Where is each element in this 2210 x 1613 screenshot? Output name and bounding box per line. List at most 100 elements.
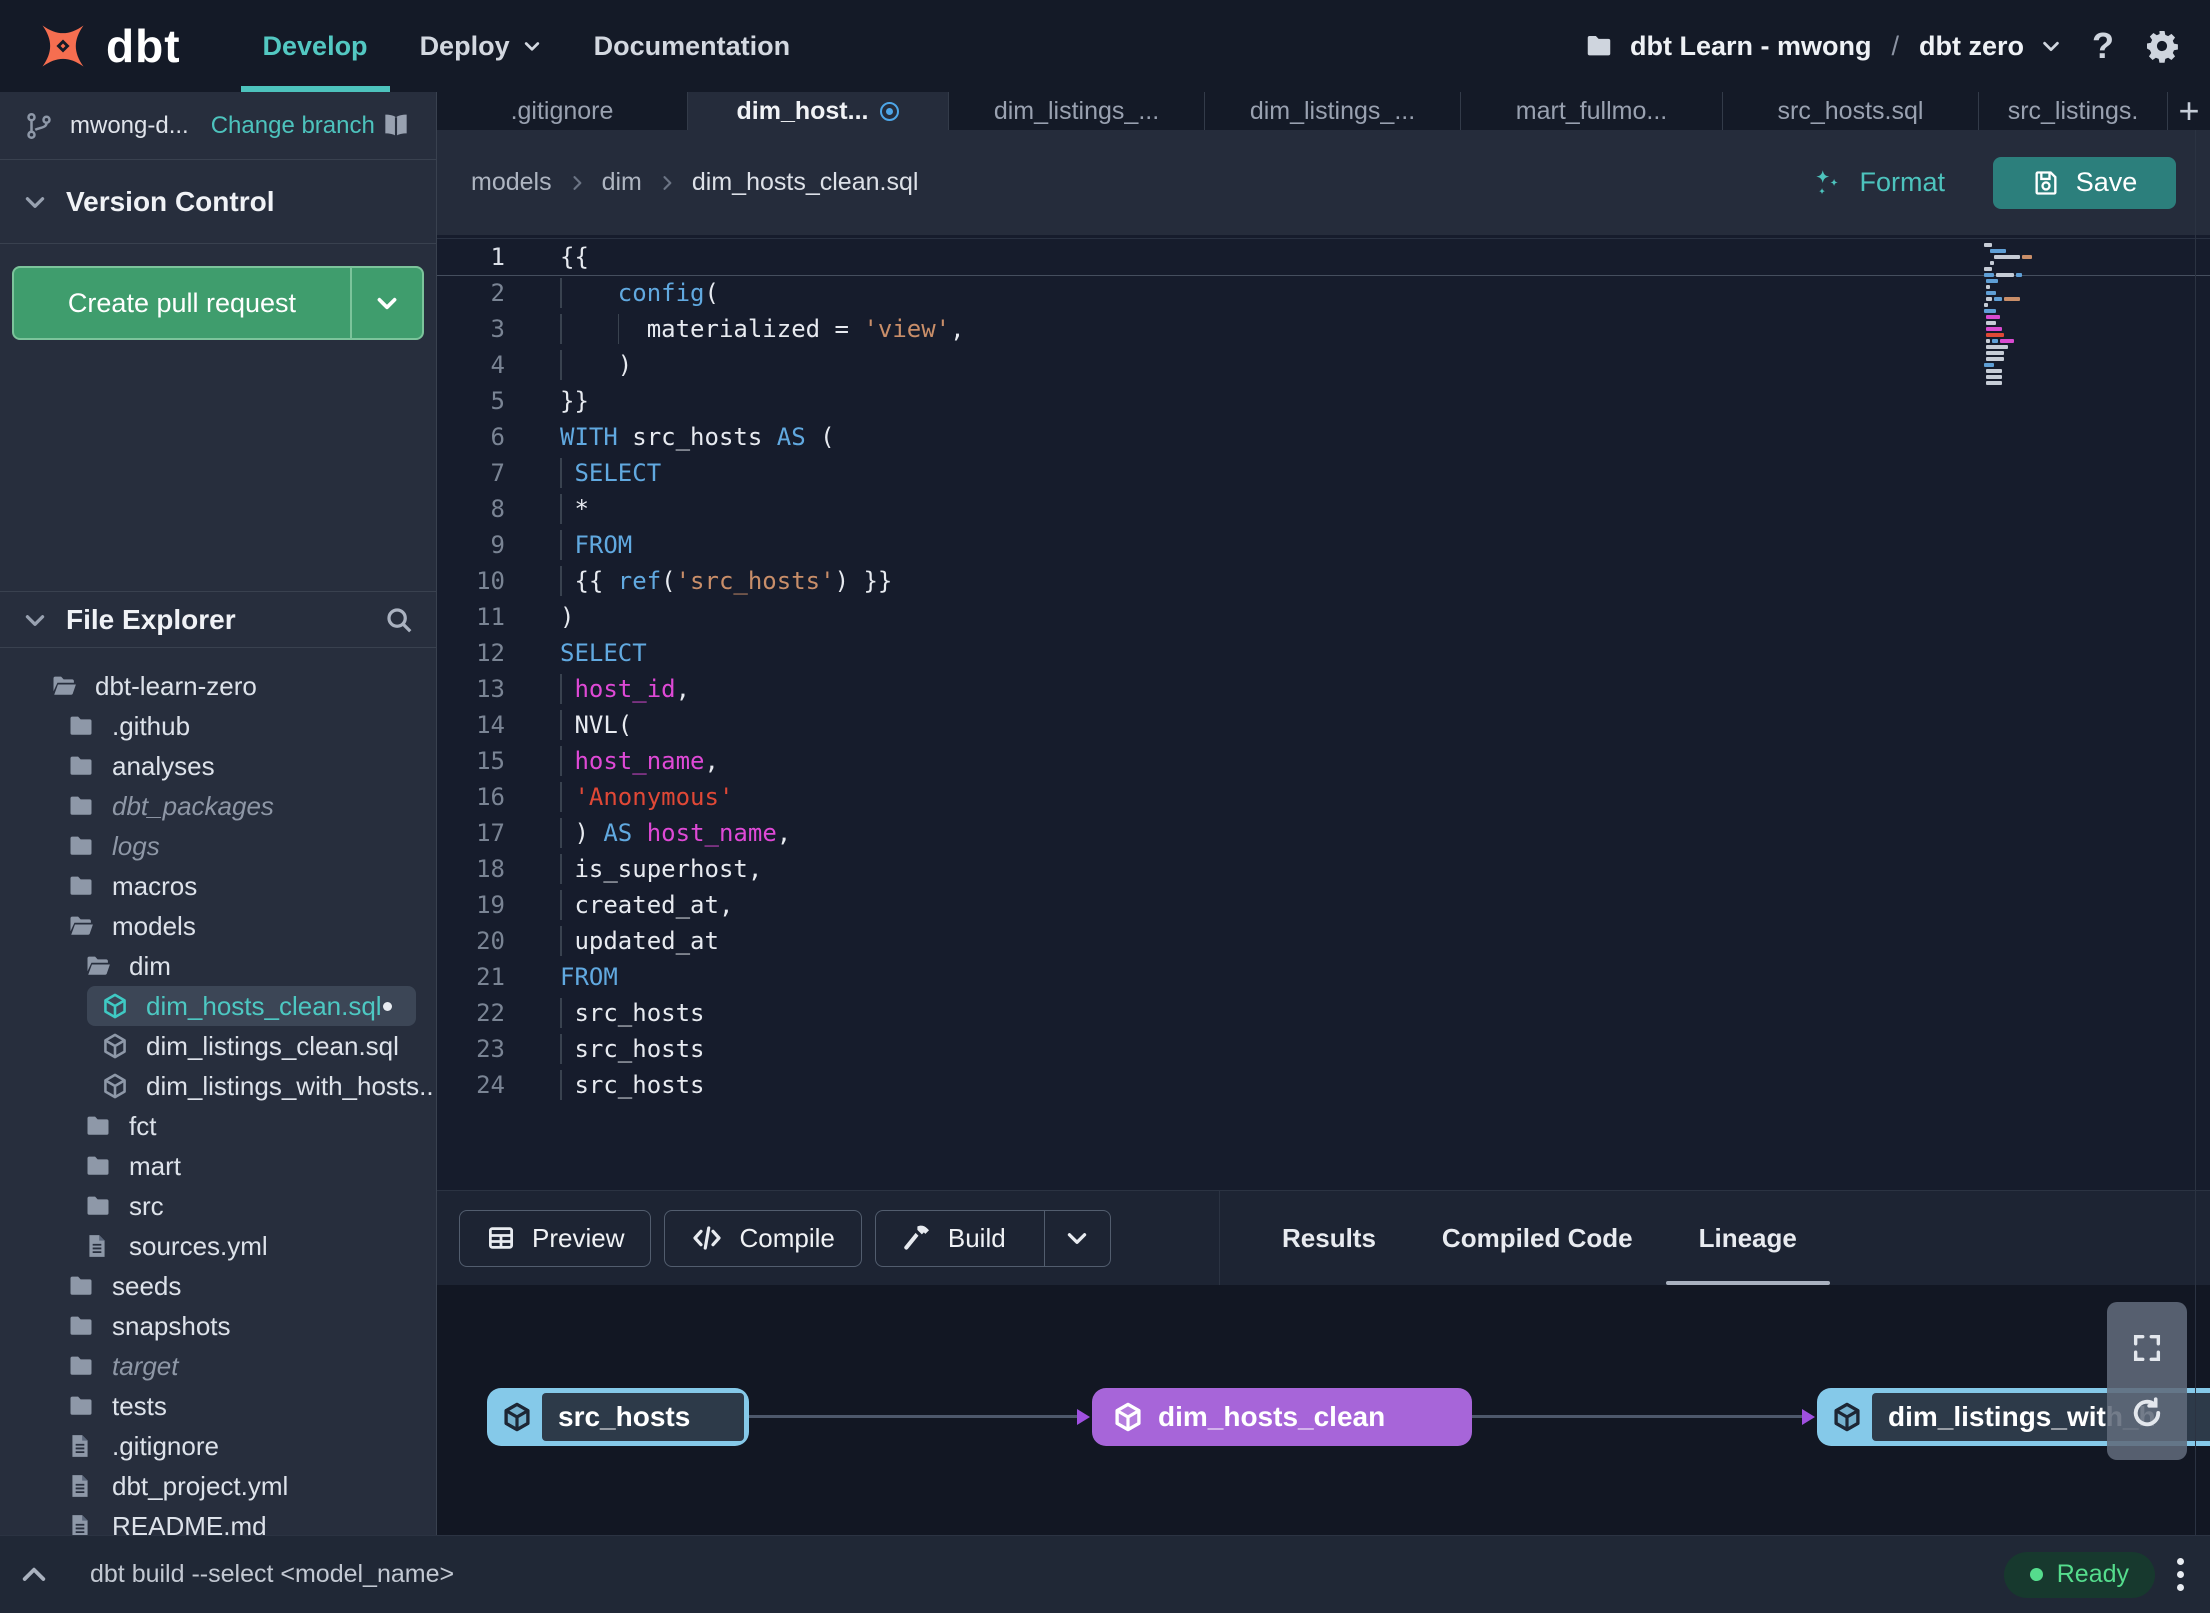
line-number: 18 bbox=[476, 855, 505, 883]
lineage-node-dim-hosts-clean[interactable]: dim_hosts_clean bbox=[1092, 1388, 1472, 1446]
version-control-header[interactable]: Version Control bbox=[0, 160, 436, 244]
tab-label: dim_host... bbox=[736, 96, 869, 125]
code-text: SELECT bbox=[529, 455, 2210, 491]
book-icon[interactable] bbox=[380, 110, 412, 142]
tree-item-analyses[interactable]: analyses bbox=[0, 746, 436, 786]
indent-guide bbox=[560, 674, 562, 704]
tree-item-mart[interactable]: mart bbox=[0, 1146, 436, 1186]
code-text: updated_at bbox=[560, 926, 719, 956]
code-line-24: 24 src_hosts bbox=[437, 1067, 2210, 1103]
tree-item-dbt-learn-zero[interactable]: dbt-learn-zero bbox=[0, 666, 436, 706]
tree-item-label: dim bbox=[129, 950, 171, 981]
code-editor[interactable]: 1{{2 config(3 materialized = 'view', 4 ) 5… bbox=[437, 235, 2210, 1190]
refresh-icon[interactable] bbox=[2129, 1395, 2165, 1431]
tree-item-dim-listings-clean-sql[interactable]: dim_listings_clean.sql bbox=[0, 1026, 436, 1066]
build-button[interactable]: Build bbox=[874, 1209, 1111, 1267]
editor-tab-dim-listings[interactable]: dim_listings_... bbox=[949, 92, 1205, 130]
tree-item-macros[interactable]: macros bbox=[0, 866, 436, 906]
save-button[interactable]: Save bbox=[1993, 156, 2176, 209]
tree-item-github[interactable]: .github bbox=[0, 706, 436, 746]
folder-icon bbox=[84, 1192, 114, 1220]
version-control-label: Version Control bbox=[66, 185, 275, 217]
panel-tab-compiled-code[interactable]: Compiled Code bbox=[1409, 1191, 1666, 1285]
tree-item-label: snapshots bbox=[112, 1310, 231, 1341]
nav-deploy[interactable]: Deploy bbox=[394, 0, 568, 92]
tree-item-label: seeds bbox=[112, 1270, 182, 1301]
indent-guide bbox=[560, 1034, 562, 1064]
tree-item-gitignore[interactable]: .gitignore bbox=[0, 1426, 436, 1466]
create-pull-request-button[interactable]: Create pull request bbox=[14, 268, 350, 338]
line-number: 14 bbox=[476, 711, 505, 739]
project-selector[interactable]: dbt Learn - mwong / dbt zero bbox=[1584, 31, 2062, 62]
editor-tab-dim-listings[interactable]: dim_listings_... bbox=[1205, 92, 1461, 130]
tree-item-label: dim_hosts_clean.sql bbox=[146, 990, 382, 1021]
sparkles-icon bbox=[1810, 166, 1844, 200]
tree-item-label: fct bbox=[129, 1110, 157, 1141]
tree-item-dim-hosts-clean-sql[interactable]: dim_hosts_clean.sql bbox=[87, 986, 416, 1026]
tree-item-models[interactable]: models bbox=[0, 906, 436, 946]
code-line-14: 14 NVL( bbox=[437, 707, 2210, 743]
code-line-15: 15 host_name, bbox=[437, 743, 2210, 779]
code-line-6: 6 WITH src_hosts AS ( bbox=[437, 419, 2210, 455]
change-branch-link[interactable]: Change branch bbox=[211, 112, 375, 140]
tree-item-snapshots[interactable]: snapshots bbox=[0, 1306, 436, 1346]
build-dropdown[interactable] bbox=[1043, 1210, 1110, 1266]
editor-tab-dim-host[interactable]: dim_host... bbox=[688, 92, 949, 130]
version-control-body: Create pull request bbox=[0, 244, 436, 591]
tree-item-readme-md[interactable]: README.md bbox=[0, 1506, 436, 1535]
tree-item-fct[interactable]: fct bbox=[0, 1106, 436, 1146]
panel-tab-lineage[interactable]: Lineage bbox=[1665, 1191, 1831, 1285]
editor-tab-src-hosts-sql[interactable]: src_hosts.sql bbox=[1723, 92, 1979, 130]
line-number: 9 bbox=[490, 531, 505, 559]
tree-item-dim[interactable]: dim bbox=[0, 946, 436, 986]
new-tab-button[interactable]: + bbox=[2168, 90, 2210, 131]
line-number: 1 bbox=[490, 243, 505, 271]
dbt-logo[interactable]: dbt bbox=[34, 0, 181, 92]
tree-item-sources-yml[interactable]: sources.yml bbox=[0, 1226, 436, 1266]
lineage-edge bbox=[1472, 1409, 1815, 1423]
tree-item-tests[interactable]: tests bbox=[0, 1386, 436, 1426]
tree-item-dbt-packages[interactable]: dbt_packages bbox=[0, 786, 436, 826]
editor-tab-gitignore[interactable]: .gitignore bbox=[437, 92, 688, 130]
code-line-5: 5}} bbox=[437, 383, 2210, 419]
panel-tab-results[interactable]: Results bbox=[1249, 1191, 1409, 1285]
create-pull-request-dropdown[interactable] bbox=[350, 268, 422, 338]
tree-item-seeds[interactable]: seeds bbox=[0, 1266, 436, 1306]
tree-item-logs[interactable]: logs bbox=[0, 826, 436, 866]
nav-documentation[interactable]: Documentation bbox=[568, 0, 817, 92]
sidebar: mwong-d... Change branch Version Control… bbox=[0, 92, 437, 1535]
create-pull-request-button-group: Create pull request bbox=[12, 266, 424, 340]
tree-item-src[interactable]: src bbox=[0, 1186, 436, 1226]
tree-item-dbt-project-yml[interactable]: dbt_project.yml bbox=[0, 1466, 436, 1506]
editor-tab-mart-fullmo[interactable]: mart_fullmo... bbox=[1461, 92, 1723, 130]
code-line-8: 8 * bbox=[437, 491, 2210, 527]
compile-button[interactable]: Compile bbox=[664, 1209, 862, 1267]
folder-icon bbox=[67, 1352, 97, 1380]
minimap[interactable] bbox=[1984, 243, 2042, 387]
code-line-11: 11) bbox=[437, 599, 2210, 635]
preview-button[interactable]: Preview bbox=[459, 1209, 652, 1267]
chevron-up-icon[interactable] bbox=[18, 1559, 50, 1591]
file-explorer-header[interactable]: File Explorer bbox=[0, 591, 436, 648]
tree-item-target[interactable]: target bbox=[0, 1346, 436, 1386]
gear-icon[interactable] bbox=[2144, 28, 2180, 64]
code-text: {{ ref('src_hosts') }} bbox=[560, 566, 893, 596]
format-button[interactable]: Format bbox=[1810, 166, 1945, 200]
code-text: ) AS host_name, bbox=[560, 818, 792, 848]
file-icon bbox=[67, 1473, 97, 1499]
indent-guide bbox=[560, 998, 562, 1028]
tree-item-dim-listings-with-hosts[interactable]: dim_listings_with_hosts... bbox=[0, 1066, 436, 1106]
kebab-menu-icon[interactable] bbox=[2177, 1558, 2184, 1591]
editor-tab-src-listings[interactable]: src_listings. bbox=[1979, 92, 2168, 130]
help-icon[interactable]: ? bbox=[2092, 25, 2114, 67]
indent-guide bbox=[560, 566, 562, 596]
folder-icon bbox=[67, 1392, 97, 1420]
fullscreen-icon[interactable] bbox=[2130, 1331, 2164, 1365]
code-text: materialized = 'view', bbox=[560, 314, 965, 344]
command-input[interactable]: dbt build --select <model_name> bbox=[90, 1560, 454, 1589]
lineage-node-src-hosts[interactable]: src_hosts bbox=[487, 1388, 749, 1446]
folder-open-icon bbox=[50, 672, 80, 700]
folder-icon bbox=[84, 1112, 114, 1140]
search-icon[interactable] bbox=[384, 605, 414, 635]
nav-develop[interactable]: Develop bbox=[237, 0, 394, 92]
